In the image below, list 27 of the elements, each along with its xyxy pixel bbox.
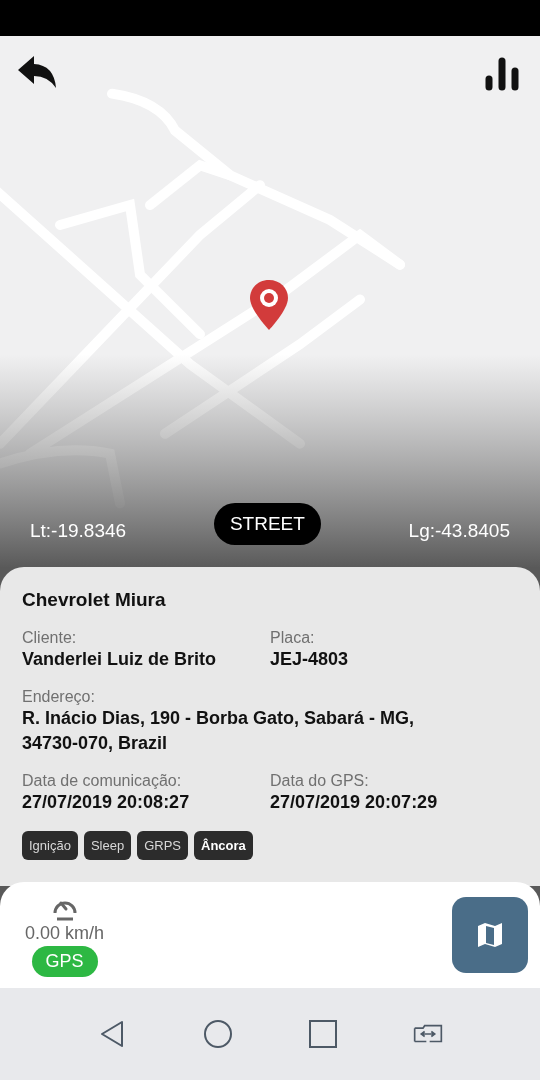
status-tag: Ignição <box>22 831 78 860</box>
field-label: Data do GPS: <box>270 772 370 790</box>
bar-chart-icon[interactable] <box>485 57 519 91</box>
vehicle-name: Chevrolet Miura <box>22 589 167 611</box>
status-tag: Âncora <box>194 831 253 860</box>
status-tag: Sleep <box>83 831 132 860</box>
back-arrow-icon[interactable] <box>18 56 58 90</box>
gps-badge: GPS <box>31 946 98 977</box>
longitude-text: Lg:-43.8405 <box>408 520 510 542</box>
field-value: 27/07/2019 20:07:29 <box>270 791 439 814</box>
status-tag: GRPS <box>137 831 188 860</box>
map-pin-icon <box>249 279 289 331</box>
field-value: JEJ-4803 <box>270 648 350 671</box>
recents-icon[interactable] <box>307 1019 338 1049</box>
latitude-text: Lt:-19.8346 <box>30 520 127 542</box>
street-layer-button[interactable]: STREET <box>213 503 321 545</box>
field-label: Cliente: <box>22 629 78 647</box>
field-label: Placa: <box>270 629 316 647</box>
map-button[interactable] <box>452 897 528 973</box>
home-icon[interactable] <box>202 1019 233 1049</box>
field-label: Data de comunicação: <box>22 772 183 790</box>
speed-text: 0.00 km/h <box>25 923 105 944</box>
field-label: Endereço: <box>22 688 96 706</box>
map-icon <box>477 922 503 948</box>
field-value: 27/07/2019 20:08:27 <box>22 791 191 814</box>
field-value: R. Inácio Dias, 190 - Borba Gato, Sabará - MG, 34730-070, Brazil <box>22 707 416 755</box>
field-value: Vanderlei Luiz de Brito <box>22 648 218 671</box>
